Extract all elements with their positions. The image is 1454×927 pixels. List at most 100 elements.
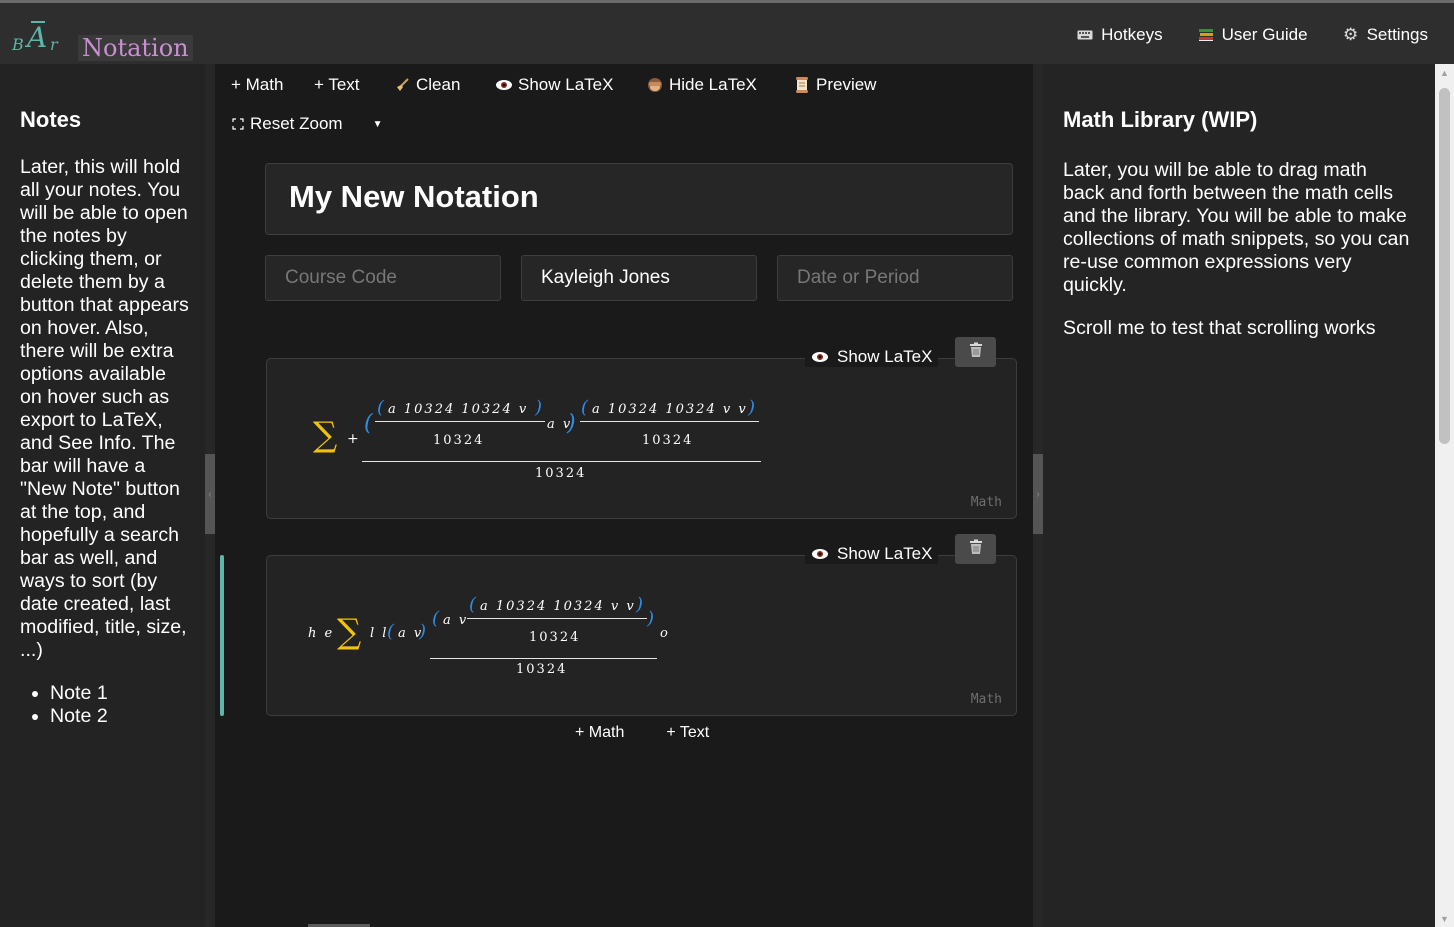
add-text-label: + Text xyxy=(314,75,360,94)
preview-label: Preview xyxy=(816,75,877,94)
editor-toolbar: + Math + Text Clean Show LaTeX Hide LaTe… xyxy=(231,75,876,95)
zoom-dropdown-caret[interactable]: ▼ xyxy=(373,119,383,130)
logo-mark: B A r xyxy=(12,19,66,55)
math-denominator: 10324 xyxy=(433,433,485,448)
math-paren: ( xyxy=(387,621,395,642)
math-paren: ) xyxy=(748,397,756,418)
math-library-body: Later, you will be able to drag math bac… xyxy=(1063,159,1410,296)
scrollbar-thumb[interactable] xyxy=(1439,88,1450,444)
math-term: l l xyxy=(370,626,389,641)
author-field[interactable]: Kayleigh Jones xyxy=(521,255,757,301)
clean-label: Clean xyxy=(416,75,461,94)
date-field[interactable]: Date or Period xyxy=(777,255,1013,301)
math-library-scroll-note: Scroll me to test that scrolling works xyxy=(1063,317,1376,339)
clean-button[interactable]: Clean xyxy=(393,75,495,95)
fraction-bar xyxy=(580,421,759,422)
logo-letter-b: B xyxy=(12,35,24,54)
app-header: B A r Notation Hotkeys User Guide ⚙ Sett… xyxy=(0,3,1454,64)
settings-label: Settings xyxy=(1366,25,1428,44)
trash-icon xyxy=(969,539,983,560)
course-code-field[interactable]: Course Code xyxy=(265,255,501,301)
fullscreen-icon xyxy=(231,115,245,133)
math-denominator: 10324 xyxy=(535,466,587,481)
note-item[interactable]: Note 2 xyxy=(50,705,185,728)
math-cell[interactable]: ∑ + ( ( a 10324 10324 v ) 10324 a v ) ( … xyxy=(266,358,1017,519)
scroll-down-arrow[interactable]: ▼ xyxy=(1435,910,1454,927)
broom-icon xyxy=(393,76,411,94)
fraction-bar xyxy=(430,658,657,659)
user-guide-button[interactable]: User Guide xyxy=(1197,25,1308,45)
math-paren: ( xyxy=(581,397,589,418)
add-math-button[interactable]: + Math xyxy=(231,75,314,95)
math-library-sidebar: Math Library (WIP) Later, you will be ab… xyxy=(1043,64,1435,927)
left-resize-divider[interactable]: ‹ xyxy=(205,64,215,927)
reset-zoom-button[interactable]: Reset Zoom xyxy=(250,114,343,134)
math-paren: ) xyxy=(647,608,655,629)
preview-button[interactable]: Preview xyxy=(793,75,876,95)
math-expression: ∑ + ( ( a 10324 10324 v ) 10324 a v ) ( … xyxy=(267,359,1018,520)
cell-show-latex-button[interactable]: Show LaTeX xyxy=(805,544,939,564)
app-logo[interactable]: B A r Notation xyxy=(12,15,193,61)
cell-show-latex-button[interactable]: Show LaTeX xyxy=(805,347,939,367)
math-numerator: a 10324 10324 v xyxy=(388,402,529,417)
delete-cell-button[interactable] xyxy=(955,534,996,564)
math-denominator: 10324 xyxy=(529,630,581,645)
scroll-icon xyxy=(793,76,811,94)
trash-icon xyxy=(969,342,983,363)
notes-sidebar: Notes Later, this will hold all your not… xyxy=(0,64,205,927)
hide-latex-button[interactable]: Hide LaTeX xyxy=(646,75,793,95)
show-latex-button[interactable]: Show LaTeX xyxy=(495,75,646,95)
math-plus: + xyxy=(347,431,361,447)
math-paren: ) xyxy=(535,397,543,418)
books-icon xyxy=(1197,26,1215,44)
note-item[interactable]: Note 1 xyxy=(50,682,185,705)
vertical-scrollbar[interactable]: ▲ ▼ xyxy=(1435,64,1454,927)
top-nav: Hotkeys User Guide ⚙ Settings xyxy=(1076,25,1428,45)
math-paren: ) xyxy=(419,621,427,642)
active-cell-indicator xyxy=(220,555,224,716)
right-resize-divider[interactable]: › xyxy=(1033,64,1043,927)
math-term: o xyxy=(660,626,670,641)
right-resize-handle[interactable]: › xyxy=(1033,454,1043,534)
sum-symbol: ∑ xyxy=(337,612,362,652)
delete-cell-button[interactable] xyxy=(955,337,996,367)
math-library-title: Math Library (WIP) xyxy=(1063,107,1258,132)
fraction-bar xyxy=(362,461,761,462)
fraction-bar xyxy=(375,421,545,422)
math-numerator: a 10324 10324 v v xyxy=(592,402,748,417)
math-denominator: 10324 xyxy=(516,662,568,677)
left-resize-handle[interactable]: ‹ xyxy=(205,454,215,534)
keyboard-icon xyxy=(1076,26,1094,44)
math-cell[interactable]: h e ∑ l l ( a v ) ( a v ( a 10324 10324 … xyxy=(266,555,1017,716)
zoom-toolbar: Reset Zoom ▼ xyxy=(231,114,383,134)
math-expression: h e ∑ l l ( a v ) ( a v ( a 10324 10324 … xyxy=(267,556,1018,717)
math-paren: ) xyxy=(636,594,644,615)
cell-show-latex-label: Show LaTeX xyxy=(837,544,933,563)
math-term: h e xyxy=(308,626,335,641)
math-denominator: 10324 xyxy=(642,433,694,448)
eye-icon xyxy=(495,76,513,94)
notes-list: Note 1 Note 2 xyxy=(20,682,185,728)
add-text-button[interactable]: + Text xyxy=(314,75,393,95)
gear-icon: ⚙ xyxy=(1342,25,1359,44)
logo-letter-r: r xyxy=(50,35,58,54)
math-paren: ( xyxy=(377,397,385,418)
cell-show-latex-label: Show LaTeX xyxy=(837,347,933,366)
hotkeys-label: Hotkeys xyxy=(1101,25,1163,44)
math-paren: ( xyxy=(364,411,373,436)
scroll-up-arrow[interactable]: ▲ xyxy=(1435,64,1454,81)
settings-button[interactable]: ⚙ Settings xyxy=(1342,25,1428,45)
logo-text: Notation xyxy=(78,35,193,61)
hotkeys-button[interactable]: Hotkeys xyxy=(1076,25,1163,45)
add-math-cell-button[interactable]: + Math xyxy=(575,724,624,742)
editor-area: + Math + Text Clean Show LaTeX Hide LaTe… xyxy=(215,64,1033,927)
add-cell-row: + Math + Text xyxy=(575,724,709,742)
see-no-evil-monkey-icon xyxy=(646,76,664,94)
cell-type-tag: Math xyxy=(970,692,1002,707)
document-title[interactable]: My New Notation xyxy=(265,163,1013,235)
cell-type-tag: Math xyxy=(970,495,1002,510)
notes-description: Later, this will hold all your notes. Yo… xyxy=(20,156,189,661)
hide-latex-label: Hide LaTeX xyxy=(669,75,757,94)
add-text-cell-button[interactable]: + Text xyxy=(666,724,709,742)
math-paren: ( xyxy=(469,594,477,615)
